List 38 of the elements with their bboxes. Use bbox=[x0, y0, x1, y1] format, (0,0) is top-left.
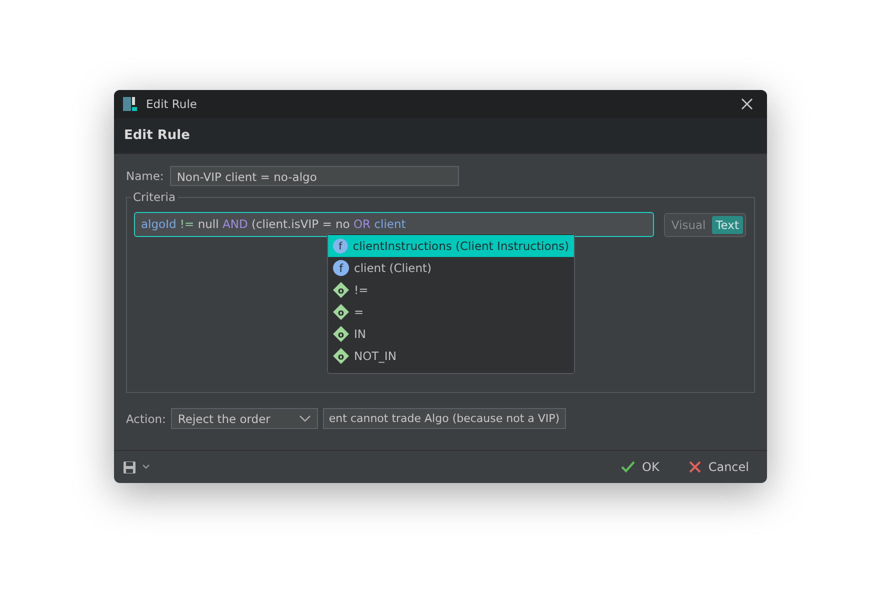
checkmark-icon bbox=[621, 461, 636, 473]
suggestion-item[interactable]: o != bbox=[328, 279, 574, 301]
suggestion-item[interactable]: f clientInstructions (Client Instructions) bbox=[328, 235, 574, 257]
operator-badge-icon: o bbox=[333, 282, 349, 298]
name-field[interactable]: Non-VIP client = no-algo bbox=[170, 166, 459, 186]
message-field[interactable]: ent cannot trade Algo (because not a VIP) bbox=[322, 408, 566, 429]
field-badge-icon: f bbox=[333, 238, 348, 254]
app-logo-icon bbox=[123, 97, 137, 111]
cross-icon bbox=[689, 461, 702, 473]
criteria-title: Criteria bbox=[131, 190, 178, 204]
suggestion-text: IN bbox=[354, 327, 366, 341]
suggestion-text: NOT_IN bbox=[354, 349, 396, 363]
suggestion-text: clientInstructions (Client Instructions) bbox=[352, 239, 569, 253]
close-button[interactable] bbox=[739, 96, 755, 112]
operator-badge-icon: o bbox=[333, 304, 349, 320]
close-icon bbox=[741, 98, 753, 110]
suggestion-item[interactable]: o = bbox=[328, 301, 574, 323]
expression-field[interactable]: algoId != null AND (client.isVIP = no OR client bbox=[134, 212, 654, 237]
window-title: Edit Rule bbox=[146, 97, 197, 111]
suggestion-text: != bbox=[354, 283, 368, 297]
suggestion-text: = bbox=[354, 305, 364, 319]
operator-badge-icon: o bbox=[333, 326, 349, 342]
suggestion-item[interactable]: f client (Client) bbox=[328, 257, 574, 279]
action-label: Action: bbox=[126, 412, 166, 426]
operator-badge-icon: o bbox=[333, 348, 349, 364]
suggestion-item[interactable]: o NOT_IN bbox=[328, 345, 574, 367]
action-dropdown[interactable]: Reject the order bbox=[170, 408, 318, 429]
caret-icon bbox=[298, 414, 311, 422]
suggestion-item[interactable]: o IN bbox=[328, 323, 574, 345]
suggestion-text: client (Client) bbox=[354, 261, 432, 275]
dialog-heading: Edit Rule bbox=[124, 128, 190, 143]
cancel-button[interactable]: Cancel bbox=[685, 458, 753, 476]
field-badge-icon: f bbox=[333, 260, 349, 276]
mode-tab[interactable]: Text bbox=[712, 216, 743, 234]
save-menu-button[interactable] bbox=[123, 460, 150, 474]
caret-icon bbox=[142, 464, 150, 470]
name-label: Name: bbox=[126, 169, 164, 183]
ok-button[interactable]: OK bbox=[617, 458, 664, 476]
